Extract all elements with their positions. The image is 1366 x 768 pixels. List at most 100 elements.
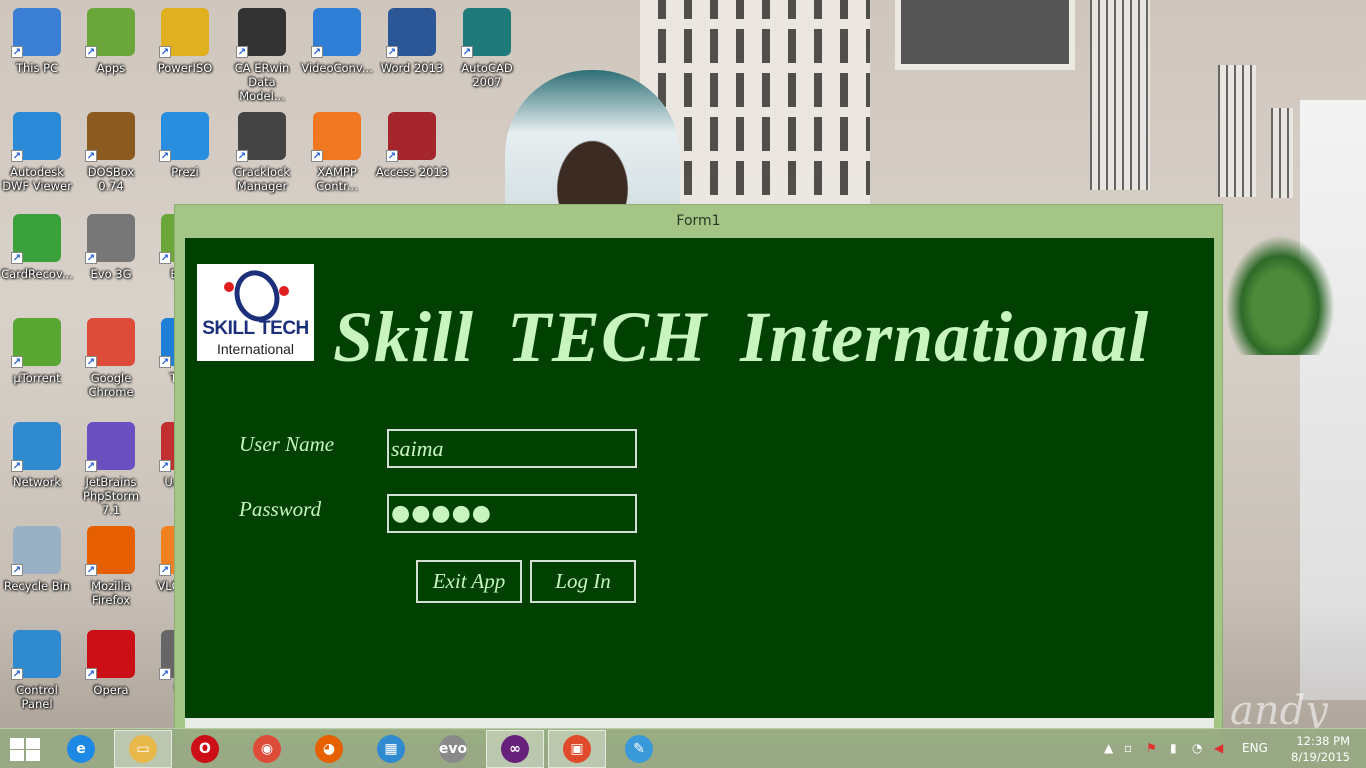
shortcut-arrow-icon: ↗	[85, 356, 97, 368]
shortcut-arrow-icon: ↗	[461, 46, 473, 58]
desktop-icon[interactable]: ↗ JetBrains PhpStorm 7.1	[74, 422, 148, 517]
password-label: Password	[239, 497, 322, 521]
firefox-icon: ◕	[315, 735, 343, 763]
dwf-viewer-icon: ↗	[11, 112, 61, 162]
form-client-area: SKILL TECH International Skill TECH Inte…	[185, 238, 1214, 718]
windows-logo-icon	[10, 738, 24, 749]
shortcut-arrow-icon: ↗	[236, 150, 248, 162]
desktop-icon-label: Prezi	[171, 165, 199, 179]
taskbar-opera[interactable]: O	[176, 730, 234, 768]
utorrent-icon: ↗	[11, 318, 61, 368]
taskbar-paint[interactable]: ✎	[610, 730, 668, 768]
shortcut-arrow-icon: ↗	[11, 564, 23, 576]
windows-logo-icon	[26, 738, 40, 749]
desktop-icon[interactable]: ↗ CardRecov...	[0, 214, 74, 281]
cracklock-icon: ↗	[236, 112, 286, 162]
desktop-icon-label: Google Chrome	[88, 371, 134, 399]
desktop-icon[interactable]: ↗ Word 2013	[375, 8, 449, 75]
shortcut-arrow-icon: ↗	[85, 668, 97, 680]
desktop-icon[interactable]: ↗ Opera	[74, 630, 148, 697]
desktop-icon-label: Apps	[96, 61, 126, 75]
desktop-icon[interactable]: ↗ Access 2013	[375, 112, 449, 179]
desktop-icon[interactable]: ↗ Evo 3G	[74, 214, 148, 281]
shortcut-arrow-icon: ↗	[85, 252, 97, 264]
taskbar-form-app[interactable]: ▣	[548, 730, 606, 768]
desktop-icon-label: Opera	[93, 683, 129, 697]
firefox-icon: ↗	[85, 526, 135, 576]
xampp-icon: ↗	[311, 112, 361, 162]
clock[interactable]: 12:38 PM 8/19/2015	[1291, 733, 1350, 765]
desktop-icon[interactable]: ↗ Google Chrome	[74, 318, 148, 399]
taskbar-internet-explorer[interactable]: e	[52, 730, 110, 768]
shortcut-arrow-icon: ↗	[11, 150, 23, 162]
show-hidden-icons-icon[interactable]: ▲	[1104, 741, 1113, 755]
desktop-icon[interactable]: ↗ CA ERwin Data Model...	[225, 8, 299, 103]
desktop-icon[interactable]: ↗ Control Panel	[0, 630, 74, 711]
network-status-icon[interactable]: ▫	[1124, 741, 1132, 755]
volume-muted-icon[interactable]: ◀	[1214, 741, 1223, 755]
erwin-icon: ↗	[236, 8, 286, 58]
video-converter-icon: ↗	[311, 8, 361, 58]
desktop-icon[interactable]: ↗ AutoCAD 2007	[450, 8, 524, 89]
shortcut-arrow-icon: ↗	[159, 356, 171, 368]
wifi-icon[interactable]: ◔	[1192, 741, 1202, 755]
card-recovery-icon: ↗	[11, 214, 61, 264]
shortcut-arrow-icon: ↗	[11, 252, 23, 264]
shortcut-arrow-icon: ↗	[311, 46, 323, 58]
desktop-icon-label: CA ERwin Data Model...	[234, 61, 290, 103]
shortcut-arrow-icon: ↗	[386, 150, 398, 162]
taskbar-control-panel[interactable]: ▦	[362, 730, 420, 768]
desktop-icon[interactable]: ↗ XAMPP Contr...	[300, 112, 374, 193]
desktop-icon[interactable]: ↗ Prezi	[148, 112, 222, 179]
disc-icon: ↗	[159, 8, 209, 58]
internet-explorer-icon: e	[67, 735, 95, 763]
shortcut-arrow-icon: ↗	[386, 46, 398, 58]
desktop-icon-label: PowerISO	[157, 61, 213, 75]
control-panel-icon: ▦	[377, 735, 405, 763]
desktop-icon[interactable]: ↗ Recycle Bin	[0, 526, 74, 593]
evo-icon: evo	[439, 735, 467, 763]
shortcut-arrow-icon: ↗	[85, 564, 97, 576]
access-icon: ↗	[386, 112, 436, 162]
form1-window: Form1 SKILL TECH International Skill TEC…	[174, 204, 1223, 744]
desktop-icon[interactable]: ↗ VideoConv...	[300, 8, 374, 75]
desktop-icon[interactable]: ↗ This PC	[0, 8, 74, 75]
shortcut-arrow-icon: ↗	[159, 252, 171, 264]
phpstorm-icon: ↗	[85, 422, 135, 472]
taskbar-chrome[interactable]: ◉	[238, 730, 296, 768]
desktop-icon[interactable]: ↗ Mozilla Firefox	[74, 526, 148, 607]
logo-dot-icon	[279, 286, 289, 296]
desktop-icon[interactable]: ↗ Autodesk DWF Viewer	[0, 112, 74, 193]
start-button[interactable]	[8, 737, 40, 761]
shortcut-arrow-icon: ↗	[159, 150, 171, 162]
shortcut-arrow-icon: ↗	[11, 46, 23, 58]
window-title[interactable]: Form1	[175, 205, 1222, 237]
shortcut-arrow-icon: ↗	[159, 460, 171, 472]
app-heading: Skill TECH International	[333, 297, 1150, 377]
file-explorer-icon: ▭	[129, 735, 157, 763]
exit-app-button[interactable]: Exit App	[416, 560, 522, 603]
desktop-icon[interactable]: ↗ Apps	[74, 8, 148, 75]
desktop-icon-label: µTorrent	[13, 371, 61, 385]
shortcut-arrow-icon: ↗	[159, 564, 171, 576]
taskbar-firefox[interactable]: ◕	[300, 730, 358, 768]
battery-icon[interactable]: ▮	[1170, 741, 1177, 755]
desktop-icon-label: JetBrains PhpStorm 7.1	[82, 475, 140, 517]
shortcut-arrow-icon: ↗	[311, 150, 323, 162]
desktop-icon[interactable]: ↗ PowerISO	[148, 8, 222, 75]
desktop-icon[interactable]: ↗ µTorrent	[0, 318, 74, 385]
chrome-icon: ◉	[253, 735, 281, 763]
desktop-icon[interactable]: ↗ Cracklock Manager	[225, 112, 299, 193]
form-app-icon: ▣	[563, 735, 591, 763]
username-input[interactable]: saima	[387, 429, 637, 468]
login-button[interactable]: Log In	[530, 560, 636, 603]
taskbar-evo[interactable]: evo	[424, 730, 482, 768]
password-input[interactable]: ●●●●●	[387, 494, 637, 533]
desktop-icon-label: Word 2013	[380, 61, 444, 75]
input-language[interactable]: ENG	[1242, 741, 1268, 755]
desktop-icon[interactable]: ↗ Network	[0, 422, 74, 489]
taskbar-file-explorer[interactable]: ▭	[114, 730, 172, 768]
desktop-icon[interactable]: ↗ DOSBox 0.74	[74, 112, 148, 193]
action-center-icon[interactable]: ⚑	[1146, 741, 1157, 755]
taskbar-visual-studio[interactable]: ∞	[486, 730, 544, 768]
